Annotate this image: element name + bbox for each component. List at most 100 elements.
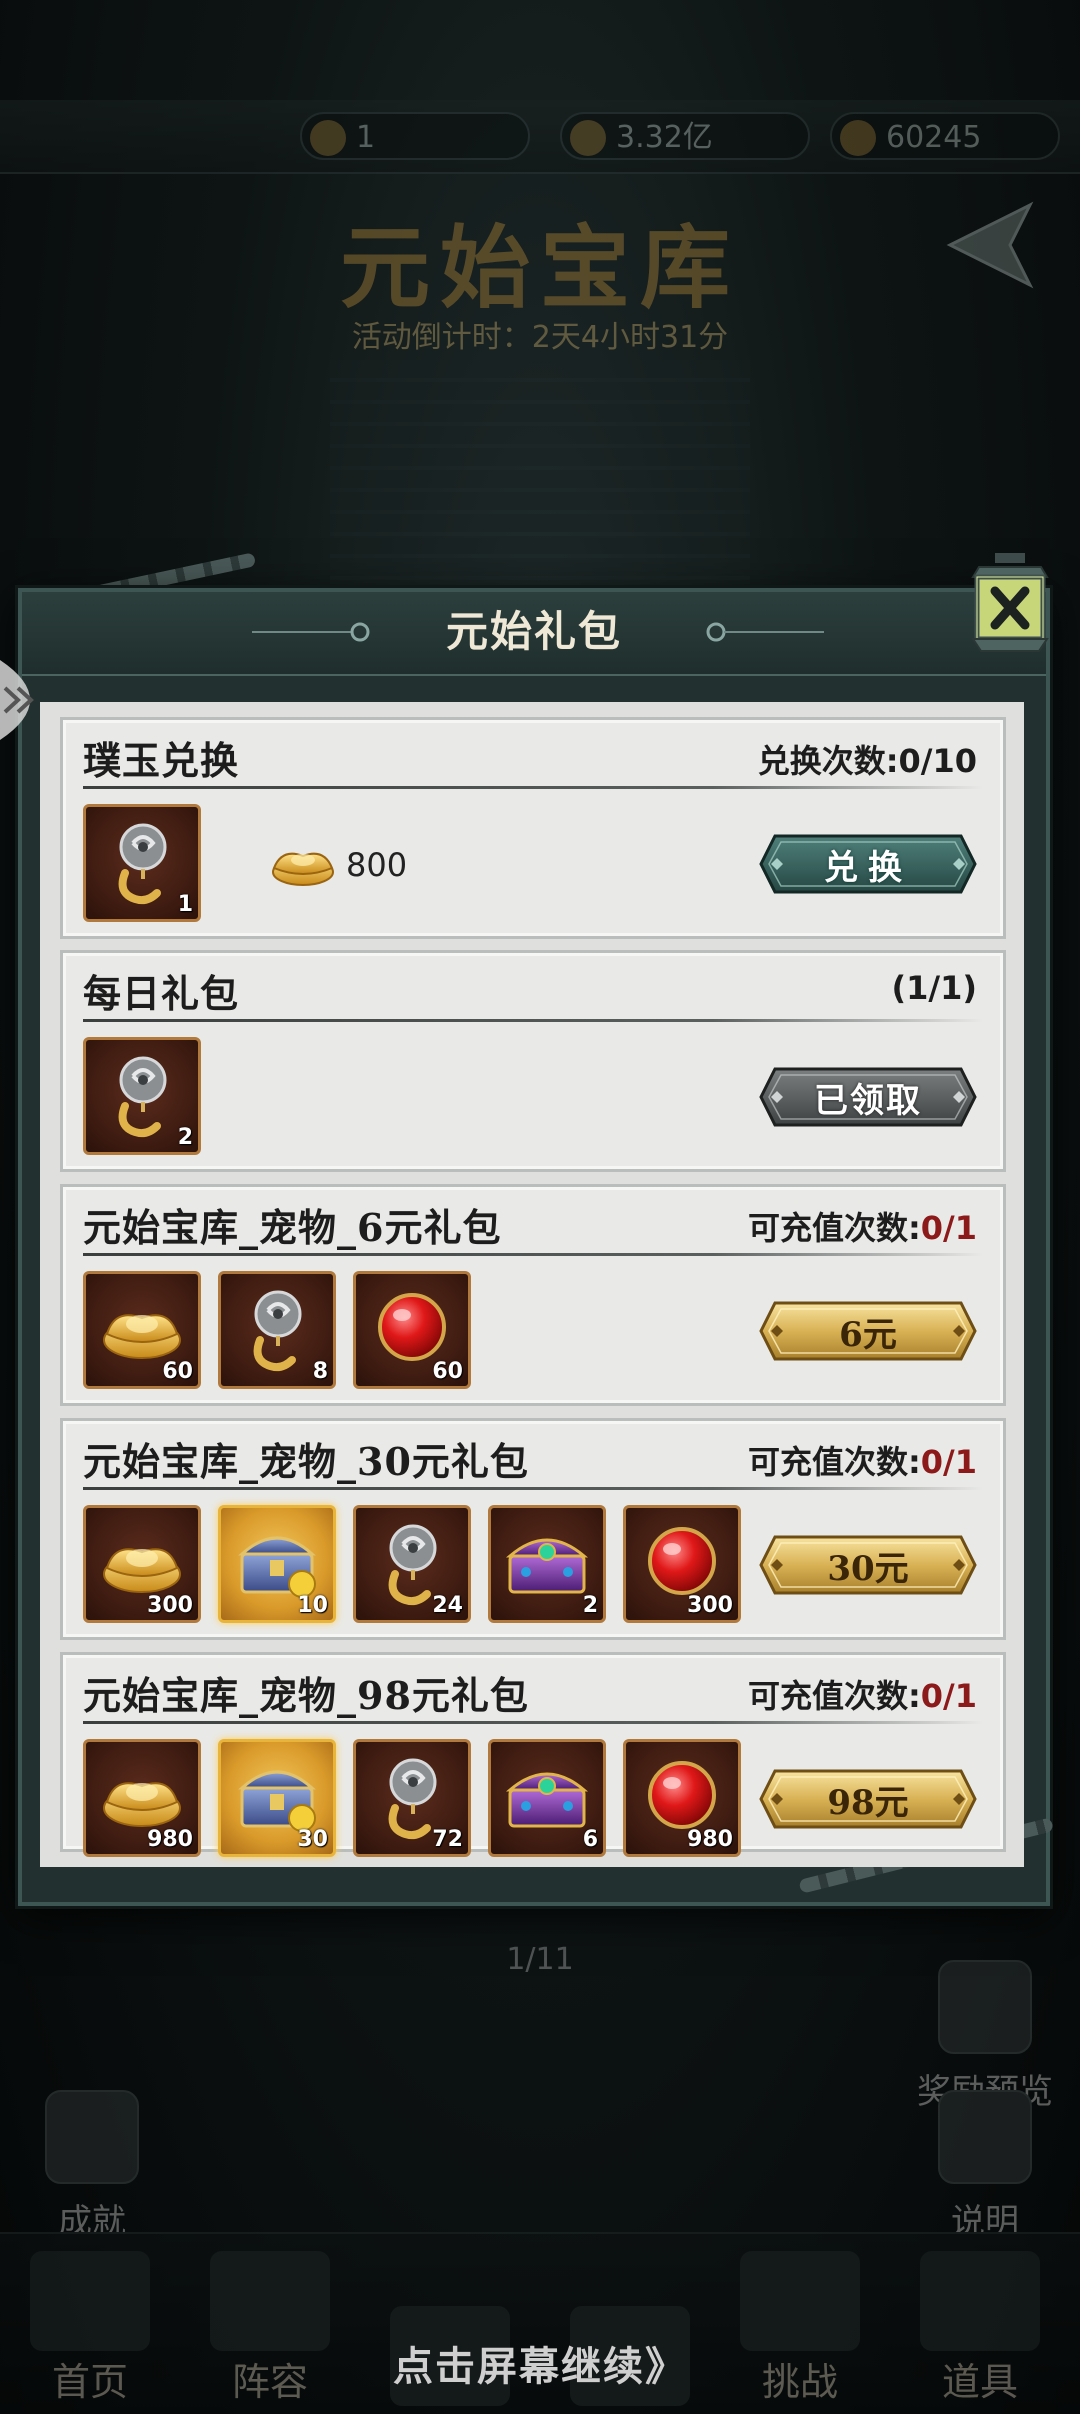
button-label: 已领取 (814, 1080, 922, 1121)
button-label: 6元 (839, 1314, 897, 1355)
divider (83, 1019, 983, 1022)
resource-value-2: 3.32亿 (616, 120, 713, 155)
limit-value: 0/1 (920, 1677, 977, 1715)
limit-label: 兑换次数: (757, 742, 899, 780)
item-quantity: 300 (687, 1593, 733, 1618)
section-limit: 兑换次数:0/10 (758, 736, 977, 782)
section-limit: 可充值次数:0/1 (748, 1437, 977, 1483)
purchase-button[interactable]: 98元 (757, 1767, 979, 1831)
item-quantity: 980 (147, 1827, 193, 1852)
gift-section: 元始宝库_宠物_98元礼包 可充值次数:0/1 980 30 72 6 980 (60, 1652, 1006, 1857)
screen: 1 3.32亿 60245 元始宝库 活动倒计时：2天4小时31分 1/11 奖… (0, 0, 1080, 2414)
price-value: 800 (346, 846, 408, 884)
resource-counter-3: 60245 (830, 112, 1060, 160)
divider (83, 1721, 983, 1724)
item-quantity: 980 (687, 1827, 733, 1852)
section-limit: 可充值次数:0/1 (748, 1671, 977, 1717)
jade-pendant-icon (95, 1046, 189, 1140)
reward-item[interactable]: 1 (83, 804, 201, 922)
book-icon (45, 2090, 139, 2184)
reward-item[interactable]: 60 (353, 1271, 471, 1389)
button-label: 98元 (827, 1782, 909, 1823)
limit-value: 0/1 (920, 1443, 977, 1481)
item-quantity: 10 (297, 1593, 328, 1618)
jade-pendant-icon (230, 1280, 324, 1374)
hook-icon (310, 120, 346, 156)
section-limit: (1/1) (892, 969, 977, 1007)
item-quantity: 72 (432, 1827, 463, 1852)
reward-item[interactable]: 980 (83, 1739, 201, 1857)
section-title: 元始宝库_宠物_98元礼包 (83, 1673, 529, 1718)
reward-item[interactable]: 24 (353, 1505, 471, 1623)
divider (83, 786, 983, 789)
button-label: 30元 (827, 1548, 909, 1589)
purchase-button[interactable]: 6元 (757, 1299, 979, 1363)
item-quantity: 60 (432, 1359, 463, 1384)
stairs-decoration (330, 360, 750, 600)
reward-item[interactable]: 2 (83, 1037, 201, 1155)
button-label: 兑换 (824, 847, 912, 888)
claimed-button[interactable]: 已领取 (757, 1065, 979, 1129)
resource-value-3: 60245 (886, 120, 982, 155)
coin-icon (570, 120, 606, 156)
reward-item[interactable]: 2 (488, 1505, 606, 1623)
scroll-icon (938, 2090, 1032, 2184)
gift-section: 元始宝库_宠物_6元礼包 可充值次数:0/1 60 8 60 6元 (60, 1184, 1006, 1406)
resource-counter-2: 3.32亿 (560, 112, 810, 160)
gift-section: 璞玉兑换 兑换次数:0/10 1 800 兑换 (60, 717, 1006, 939)
dialog-title: 元始礼包 (445, 607, 622, 656)
section-title: 元始宝库_宠物_6元礼包 (83, 1205, 502, 1250)
gift-list: 璞玉兑换 兑换次数:0/10 1 800 兑换 每日礼包 (1/1) 2 已领取… (40, 702, 1024, 1867)
exchange-button[interactable]: 兑换 (757, 832, 979, 896)
help-button[interactable]: 说明 (915, 2090, 1055, 2243)
reward-item[interactable]: 300 (623, 1505, 741, 1623)
continue-hint[interactable]: 点击屏幕继续》 (0, 2334, 1080, 2392)
achievement-button[interactable]: 成就 (22, 2090, 162, 2243)
divider (83, 1253, 983, 1256)
reward-item[interactable]: 60 (83, 1271, 201, 1389)
limit-label: (1/1) (891, 969, 977, 1007)
reward-item[interactable]: 30 (218, 1739, 336, 1857)
item-quantity: 2 (177, 1125, 193, 1150)
section-title: 每日礼包 (83, 971, 240, 1016)
item-quantity: 8 (312, 1359, 328, 1384)
gift-section: 元始宝库_宠物_30元礼包 可充值次数:0/1 300 10 24 2 300 (60, 1418, 1006, 1640)
purple-chest-icon (500, 1514, 594, 1608)
vault-title: 元始宝库 (340, 215, 740, 321)
item-quantity: 6 (582, 1827, 598, 1852)
gift-section: 每日礼包 (1/1) 2 已领取 (60, 950, 1006, 1172)
resource-value-1: 1 (356, 120, 376, 155)
reward-item[interactable]: 72 (353, 1739, 471, 1857)
resource-counter-1: 1 (300, 112, 530, 160)
purple-chest-icon (500, 1748, 594, 1842)
ornament-icon (706, 622, 824, 642)
section-limit: 可充值次数:0/1 (748, 1203, 977, 1249)
section-title: 元始宝库_宠物_30元礼包 (83, 1439, 529, 1484)
limit-label: 可充值次数: (747, 1677, 921, 1715)
limit-value: 0/1 (920, 1209, 977, 1247)
reward-item[interactable]: 6 (488, 1739, 606, 1857)
limit-label: 可充值次数: (747, 1443, 921, 1481)
divider (83, 1487, 983, 1490)
item-quantity: 30 (297, 1827, 328, 1852)
reward-item[interactable]: 980 (623, 1739, 741, 1857)
gold-ingot-icon (268, 840, 338, 890)
jade-pendant-icon (95, 813, 189, 907)
close-icon[interactable] (965, 553, 1055, 663)
item-quantity: 1 (177, 892, 193, 917)
item-quantity: 60 (162, 1359, 193, 1384)
purchase-button[interactable]: 30元 (757, 1533, 979, 1597)
countdown-text: 活动倒计时：2天4小时31分 (351, 320, 729, 355)
reward-item[interactable]: 8 (218, 1271, 336, 1389)
back-arrow-icon[interactable] (940, 195, 1050, 295)
item-quantity: 24 (432, 1593, 463, 1618)
reward-item[interactable]: 300 (83, 1505, 201, 1623)
chest-icon (938, 1960, 1032, 2054)
limit-value: 0/10 (898, 742, 977, 780)
section-title: 璞玉兑换 (83, 738, 240, 783)
reward-item[interactable]: 10 (218, 1505, 336, 1623)
limit-label: 可充值次数: (747, 1209, 921, 1247)
item-quantity: 2 (582, 1593, 598, 1618)
price-tag: 800 (268, 840, 407, 890)
ingot-icon (840, 120, 876, 156)
